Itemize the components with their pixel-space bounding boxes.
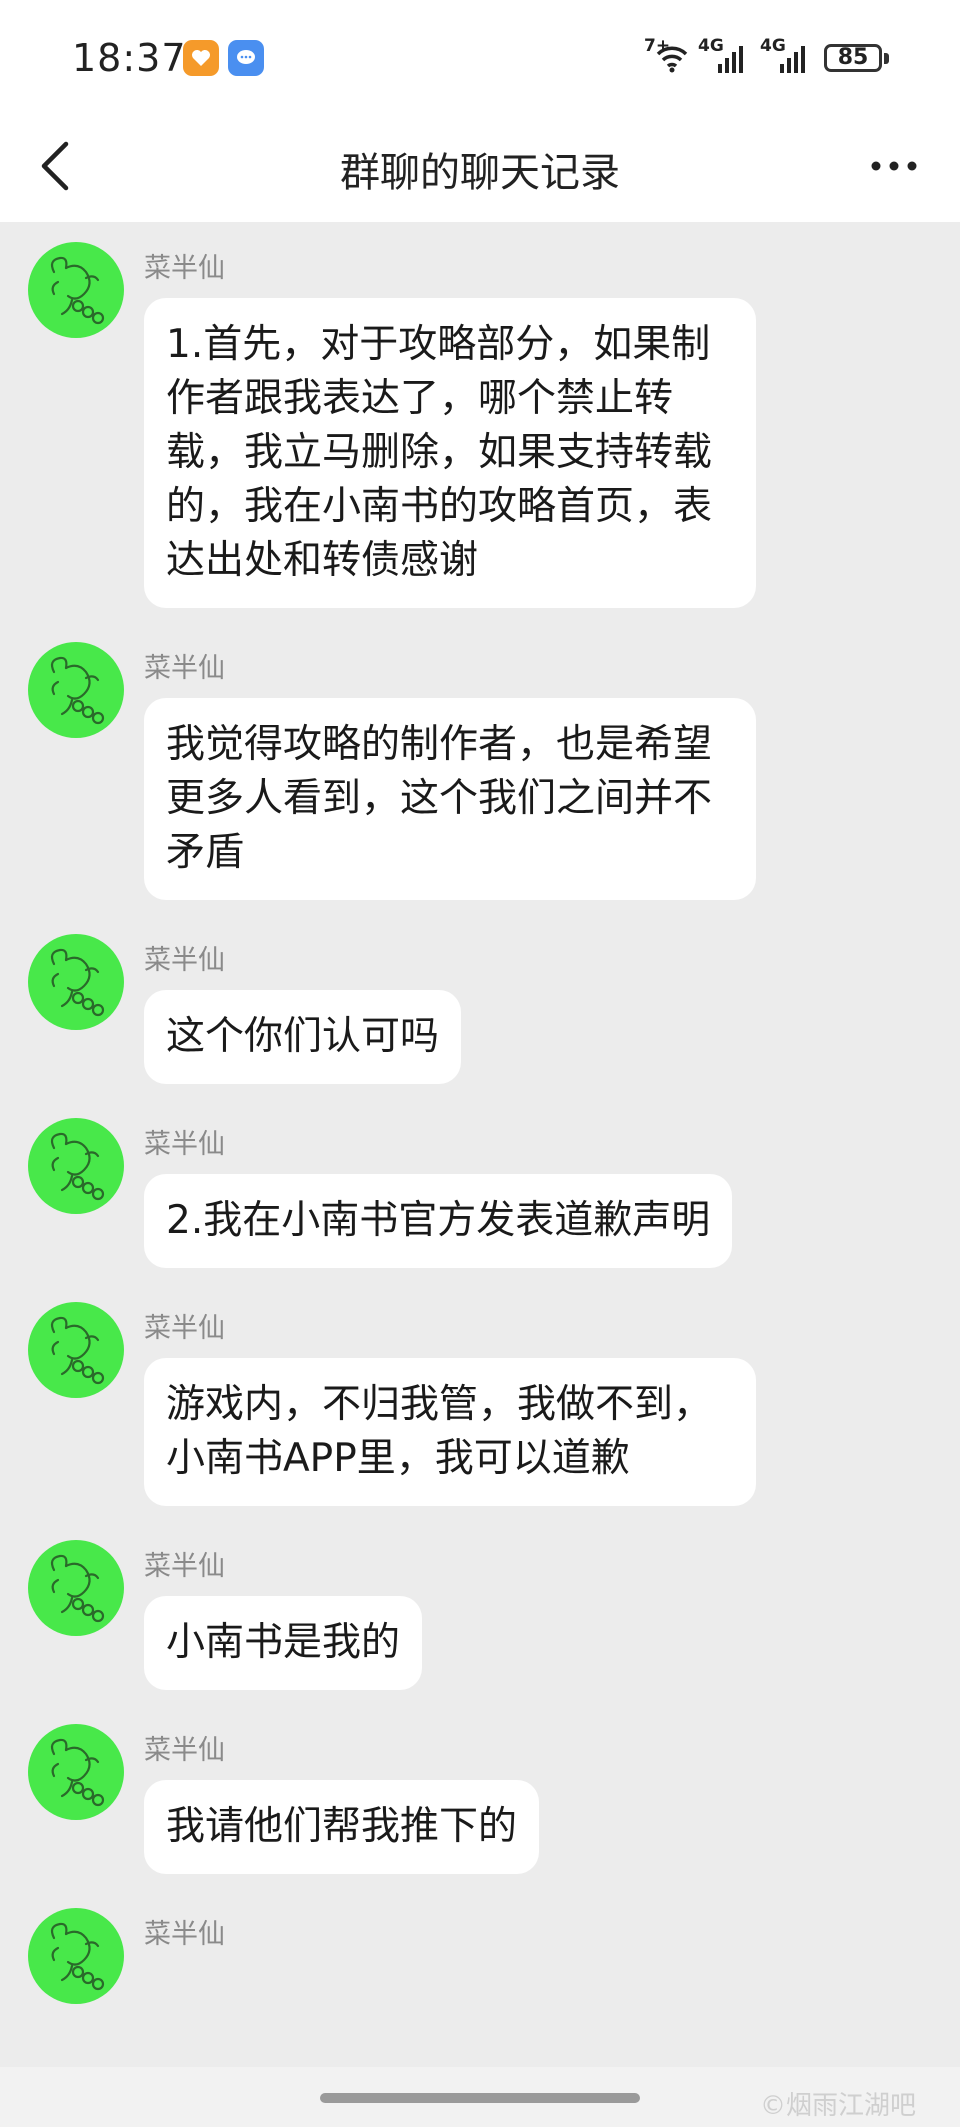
chat-message: 菜半仙我请他们帮我推下的 — [28, 1724, 960, 1874]
message-bubble[interactable]: 这个你们认可吗 — [144, 990, 462, 1084]
message-bubble[interactable]: 1.首先，对于攻略部分，如果制作者跟我表达了，哪个禁止转载，我立马删除，如果支持… — [144, 298, 756, 608]
status-bar: 18:37 7+ 4G 4G 85 — [0, 0, 960, 110]
signal-bars-icon — [780, 46, 805, 73]
signal-bars-icon — [718, 46, 743, 73]
avatar[interactable] — [28, 642, 124, 738]
avatar[interactable] — [28, 1908, 124, 2004]
message-bubble[interactable]: 我请他们帮我推下的 — [144, 1780, 540, 1874]
page-title: 群聊的聊天记录 — [340, 150, 620, 196]
message-bubble[interactable]: 2.我在小南书官方发表道歉声明 — [144, 1174, 733, 1268]
watermark: ©烟雨江湖吧 — [760, 2091, 917, 2121]
chat-message: 菜半仙这个你们认可吗 — [28, 934, 960, 1084]
sender-name: 菜半仙 — [144, 1551, 225, 1582]
avatar[interactable] — [28, 1724, 124, 1820]
bottom-bar: ©烟雨江湖吧 — [0, 2067, 960, 2127]
sender-name: 菜半仙 — [144, 1313, 225, 1344]
more-button[interactable] — [862, 138, 926, 194]
home-indicator[interactable] — [320, 2093, 640, 2103]
chat-message: 菜半仙 1.首先，对于攻略部分，如果制作者跟我表达了，哪个禁止转载，我立马删除，如… — [28, 242, 960, 608]
message-bubble[interactable]: 小南书是我的 — [144, 1596, 423, 1690]
chat-history[interactable]: 菜半仙 1.首先，对于攻略部分，如果制作者跟我表达了，哪个禁止转载，我立马删除，如… — [0, 222, 960, 2067]
sender-name: 菜半仙 — [144, 253, 225, 284]
heart-app-icon — [183, 40, 219, 76]
chat-message: 菜半仙游戏内，不归我管，我做不到，小南书APP里，我可以道歉 — [28, 1302, 960, 1506]
avatar[interactable] — [28, 1540, 124, 1636]
avatar[interactable] — [28, 1118, 124, 1214]
chat-bubble-app-icon — [228, 40, 264, 76]
avatar[interactable] — [28, 1302, 124, 1398]
sender-name: 菜半仙 — [144, 1735, 225, 1766]
battery-indicator: 85 — [824, 44, 882, 72]
chat-message: 菜半仙 — [28, 1908, 960, 2008]
sender-name: 菜半仙 — [144, 653, 225, 684]
avatar[interactable] — [28, 242, 124, 338]
status-time: 18:37 — [72, 36, 187, 80]
sender-name: 菜半仙 — [144, 1919, 225, 1950]
more-dots-icon — [871, 161, 917, 171]
sender-name: 菜半仙 — [144, 945, 225, 976]
battery-tip — [884, 53, 889, 64]
wifi-icon — [656, 46, 688, 73]
sender-name: 菜半仙 — [144, 1129, 225, 1160]
chat-message: 菜半仙我觉得攻略的制作者，也是希望更多人看到，这个我们之间并不矛盾 — [28, 642, 960, 900]
message-bubble[interactable]: 我觉得攻略的制作者，也是希望更多人看到，这个我们之间并不矛盾 — [144, 698, 756, 900]
chat-message: 菜半仙 小南书是我的 — [28, 1540, 960, 1690]
chat-message: 菜半仙 2.我在小南书官方发表道歉声明 — [28, 1118, 960, 1268]
avatar[interactable] — [28, 934, 124, 1030]
message-bubble[interactable]: 游戏内，不归我管，我做不到，小南书APP里，我可以道歉 — [144, 1358, 756, 1506]
nav-bar: 群聊的聊天记录 — [0, 110, 960, 222]
